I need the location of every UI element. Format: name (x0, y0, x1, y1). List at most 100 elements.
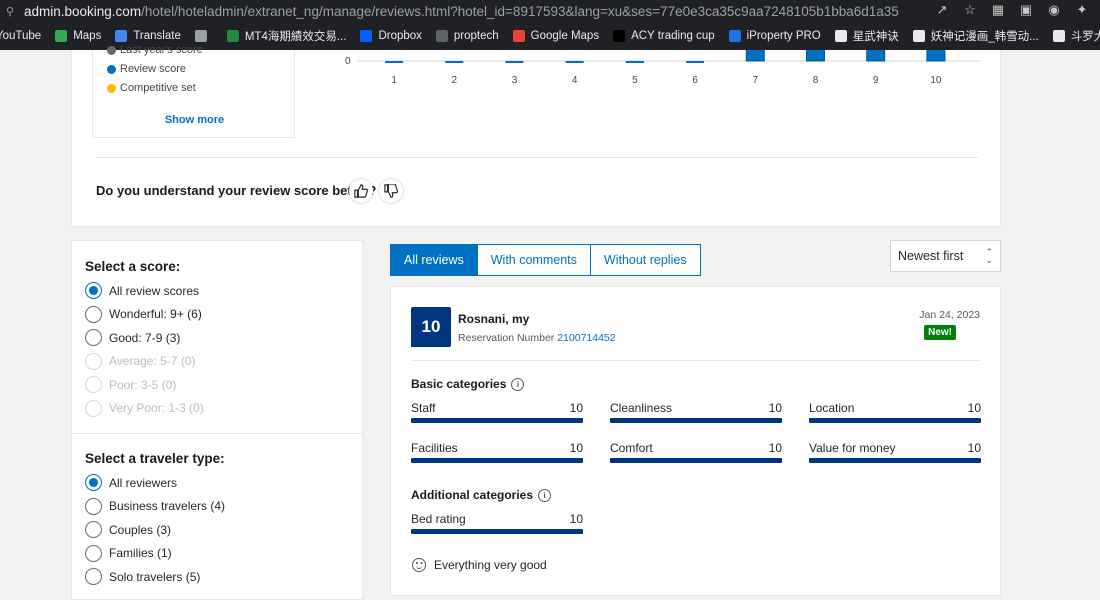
score-filter-option[interactable]: Wonderful: 9+ (6) (85, 305, 202, 323)
divider (411, 360, 981, 361)
bookmark-item[interactable]: 星武神诀 (834, 28, 899, 44)
chevron-up-down-icon: ⌃ ⌄ (985, 247, 993, 265)
extensions-puzzle-icon[interactable]: ✦ (1074, 2, 1090, 18)
category-bar-fill (809, 418, 981, 423)
tab-without-replies[interactable]: Without replies (590, 244, 701, 276)
radio-circle (85, 497, 102, 515)
devtools-extension-icon[interactable]: ▦ (990, 2, 1006, 18)
bookmark-item[interactable] (194, 30, 213, 42)
bookmark-favicon-icon (115, 30, 128, 42)
x-tick-label: 7 (753, 75, 759, 86)
positive-comment: Everything very good (412, 558, 547, 572)
bookmark-item[interactable]: Maps (55, 30, 101, 42)
radio-circle (85, 568, 102, 585)
chart-legend: Last year's score Review score Competiti… (92, 44, 296, 138)
radio-circle (85, 305, 102, 323)
category-bar-fill (610, 458, 782, 463)
chart-bar (445, 61, 464, 63)
chart-bar (926, 50, 946, 62)
category-label: Staff (411, 401, 436, 415)
bookmark-item[interactable]: Google Maps (512, 30, 599, 42)
legend-last-year: Last year's score (107, 44, 203, 56)
share-icon[interactable]: ↗ (934, 2, 950, 18)
chart-bar (625, 61, 644, 63)
sort-selected-value: Newest first (898, 249, 964, 263)
category-label: Cleanliness (610, 401, 673, 415)
category-label: Facilities (411, 441, 458, 455)
category-score: Staff 10 (411, 401, 583, 423)
tab-with-comments[interactable]: With comments (477, 244, 591, 276)
category-label: Location (809, 401, 855, 415)
additional-categories-title: Additional categories i (411, 488, 552, 502)
review-tabs: All reviews With comments Without replie… (390, 244, 701, 276)
thumbs-down-button[interactable] (379, 179, 403, 203)
traveler-filter-option[interactable]: Business travelers (4) (85, 497, 225, 515)
basic-categories-title: Basic categories i (411, 377, 525, 391)
url-text[interactable]: admin.booking.com/hotel/hoteladmin/extra… (24, 4, 899, 19)
category-bar (610, 458, 782, 463)
x-tick-label: 10 (930, 75, 942, 86)
info-icon[interactable]: i (538, 488, 552, 502)
chart-bar (686, 61, 705, 63)
radio-circle (85, 544, 102, 562)
show-more-link[interactable]: Show more (93, 114, 296, 126)
bookmark-star-icon[interactable]: ☆ (962, 2, 978, 18)
category-label: Bed rating (411, 512, 466, 526)
radio-circle (85, 352, 102, 370)
category-bar (411, 458, 583, 463)
traveler-filter-option[interactable]: Solo travelers (5) (85, 568, 200, 585)
category-bar (809, 458, 981, 463)
radio-circle (85, 521, 102, 538)
thumbs-up-button[interactable] (349, 179, 373, 203)
translate-extension-icon[interactable]: ▣ (1018, 2, 1034, 18)
score-filter-option[interactable]: All review scores (85, 282, 199, 299)
category-value: 10 (569, 512, 583, 526)
sort-select[interactable]: Newest first ⌃ ⌄ (890, 240, 1001, 272)
category-bar-fill (411, 529, 583, 534)
category-bar-fill (809, 458, 981, 463)
category-score: Value for money 10 (809, 441, 981, 463)
x-tick-label: 3 (512, 75, 518, 86)
reservation-info: Reservation Number 2100714452 (458, 332, 616, 344)
bookmark-favicon-icon (512, 30, 525, 42)
traveler-filter-title: Select a traveler type: (85, 451, 225, 466)
bookmark-item[interactable]: iProperty PRO (728, 30, 821, 42)
category-bar (809, 418, 981, 423)
traveler-filter-option[interactable]: Couples (3) (85, 521, 171, 538)
bookmark-item[interactable]: ACY trading cup (613, 30, 715, 42)
info-icon[interactable]: i (511, 377, 525, 391)
category-value: 10 (967, 441, 981, 455)
bookmark-favicon-icon (834, 30, 847, 42)
bookmark-item[interactable]: MT4海期績效交易... (226, 28, 346, 44)
address-bar[interactable]: ⚲ admin.booking.com/hotel/hoteladmin/ext… (0, 0, 1100, 22)
thumbs-down-icon (384, 184, 398, 198)
bookmark-favicon-icon (613, 30, 626, 42)
profile-extension-icon[interactable]: ◉ (1046, 2, 1062, 18)
site-info-icon[interactable]: ⚲ (6, 5, 18, 18)
review-card: 10 Rosnani, my Reservation Number 210071… (390, 286, 1001, 596)
tab-all-reviews[interactable]: All reviews (390, 244, 478, 276)
x-tick-label: 4 (572, 75, 578, 86)
traveler-filter-option[interactable]: Families (1) (85, 544, 172, 562)
bookmark-favicon-icon (728, 30, 741, 42)
bookmark-item[interactable]: proptech (435, 30, 499, 42)
y-tick-label: 0 (345, 56, 351, 67)
bookmark-item[interactable]: Dropbox (360, 30, 422, 42)
reservation-number-link[interactable]: 2100714452 (557, 332, 615, 344)
category-bar-fill (610, 418, 782, 423)
bookmark-item[interactable]: 斗罗大陆_第712话 -... (1052, 28, 1100, 44)
category-bar (411, 529, 583, 534)
x-tick-label: 2 (452, 75, 458, 86)
score-filter-option[interactable]: Good: 7-9 (3) (85, 329, 180, 346)
bookmark-item[interactable]: YouTube (0, 30, 41, 42)
thumbs-up-icon (354, 184, 368, 198)
category-value: 10 (768, 441, 782, 455)
bookmark-item[interactable]: Translate (115, 30, 181, 42)
category-value: 10 (569, 441, 583, 455)
radio-circle (85, 282, 102, 299)
bookmark-item[interactable]: 妖神记漫画_韩雪动... (912, 28, 1039, 44)
category-value: 10 (967, 401, 981, 415)
bookmark-favicon-icon (435, 30, 448, 42)
chart-bar (806, 50, 825, 62)
traveler-filter-option[interactable]: All reviewers (85, 474, 177, 491)
